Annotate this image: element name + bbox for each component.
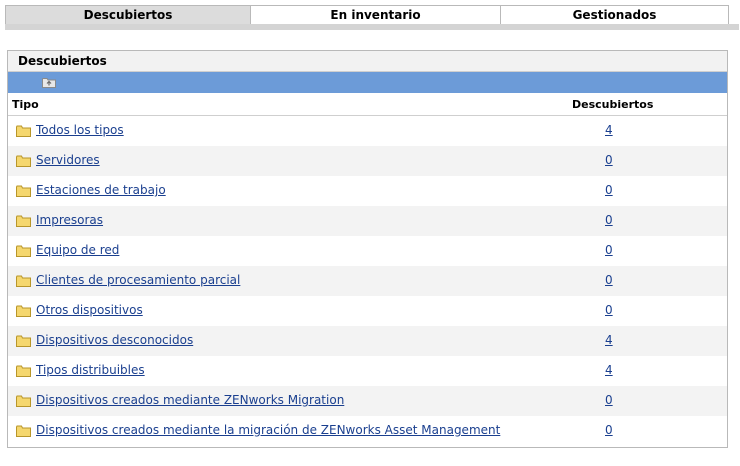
table-row: Servidores 0 — [8, 146, 727, 176]
count-link[interactable]: 0 — [605, 243, 613, 257]
count-link[interactable]: 0 — [605, 213, 613, 227]
table-row: Dispositivos creados mediante la migraci… — [8, 416, 727, 446]
panel-title: Descubiertos — [8, 51, 727, 72]
discovered-panel: Descubiertos Tipo Descubiertos Todos los… — [7, 50, 728, 448]
column-header-tipo[interactable]: Tipo — [12, 98, 39, 111]
type-link[interactable]: Dispositivos desconocidos — [36, 333, 193, 347]
folder-icon — [16, 305, 31, 317]
folder-icon — [16, 425, 31, 437]
type-link[interactable]: Estaciones de trabajo — [36, 183, 166, 197]
count-link[interactable]: 4 — [605, 363, 613, 377]
table-row: Todos los tipos 4 — [8, 116, 727, 146]
table-row: Clientes de procesamiento parcial 0 — [8, 266, 727, 296]
folder-icon — [16, 275, 31, 287]
table-row: Otros dispositivos 0 — [8, 296, 727, 326]
folder-icon — [16, 245, 31, 257]
tab-gestionados[interactable]: Gestionados — [501, 5, 729, 24]
panel-toolbar — [8, 72, 727, 93]
count-link[interactable]: 4 — [605, 123, 613, 137]
type-link[interactable]: Equipo de red — [36, 243, 119, 257]
count-link[interactable]: 0 — [605, 273, 613, 287]
table-row: Tipos distribuibles 4 — [8, 356, 727, 386]
type-link[interactable]: Dispositivos creados mediante la migraci… — [36, 423, 500, 437]
table-row: Equipo de red 0 — [8, 236, 727, 266]
type-link[interactable]: Otros dispositivos — [36, 303, 143, 317]
type-link[interactable]: Todos los tipos — [36, 123, 124, 137]
folder-icon — [16, 395, 31, 407]
folder-icon — [16, 125, 31, 137]
tab-descubiertos[interactable]: Descubiertos — [5, 5, 251, 24]
count-link[interactable]: 0 — [605, 393, 613, 407]
count-link[interactable]: 0 — [605, 183, 613, 197]
type-link[interactable]: Servidores — [36, 153, 100, 167]
table-row: Impresoras 0 — [8, 206, 727, 236]
type-link[interactable]: Dispositivos creados mediante ZENworks M… — [36, 393, 344, 407]
folder-icon — [16, 185, 31, 197]
folder-icon — [16, 365, 31, 377]
type-link[interactable]: Tipos distribuibles — [36, 363, 145, 377]
table-row: Estaciones de trabajo 0 — [8, 176, 727, 206]
count-link[interactable]: 4 — [605, 333, 613, 347]
device-type-list: Todos los tipos 4 Servidores 0 Estacione… — [8, 116, 727, 446]
tab-underline — [5, 24, 739, 30]
type-link[interactable]: Impresoras — [36, 213, 103, 227]
type-link[interactable]: Clientes de procesamiento parcial — [36, 273, 240, 287]
count-link[interactable]: 0 — [605, 153, 613, 167]
table-row: Dispositivos creados mediante ZENworks M… — [8, 386, 727, 416]
count-link[interactable]: 0 — [605, 303, 613, 317]
folder-icon — [16, 335, 31, 347]
folder-icon — [16, 215, 31, 227]
table-header: Tipo Descubiertos — [8, 93, 727, 116]
tab-en-inventario[interactable]: En inventario — [251, 5, 501, 24]
folder-icon — [16, 155, 31, 167]
table-row: Dispositivos desconocidos 4 — [8, 326, 727, 356]
up-folder-icon[interactable] — [42, 77, 56, 88]
count-link[interactable]: 0 — [605, 423, 613, 437]
column-header-descubiertos[interactable]: Descubiertos — [572, 98, 653, 111]
tab-bar: Descubiertos En inventario Gestionados — [5, 5, 729, 24]
